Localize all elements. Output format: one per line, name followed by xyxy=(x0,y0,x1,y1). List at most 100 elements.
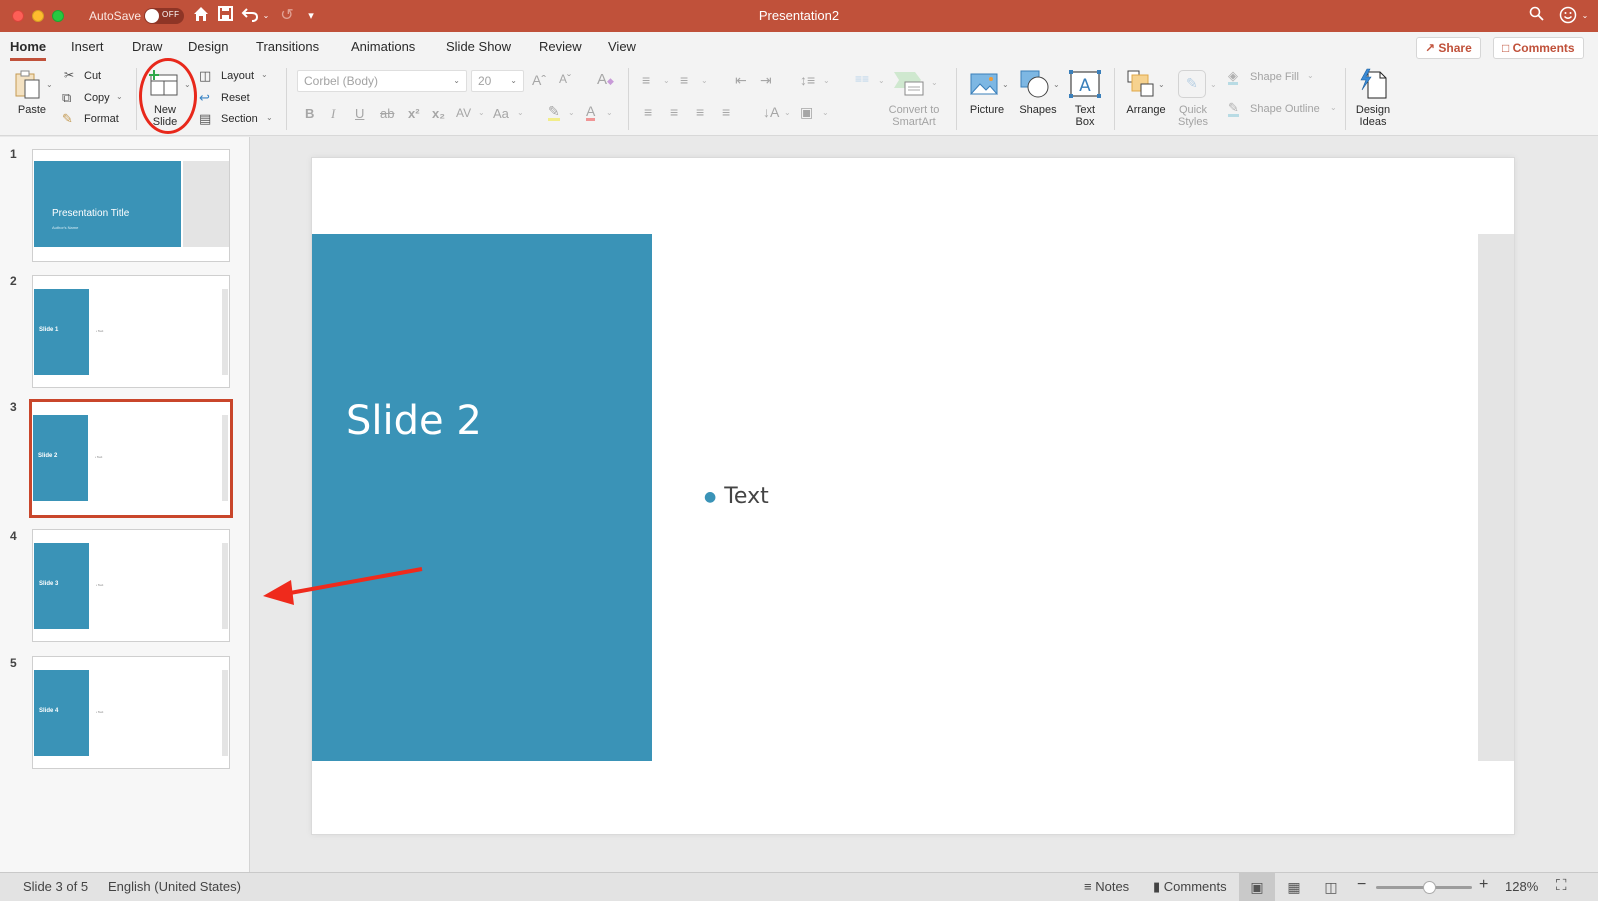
minimize-window-button[interactable] xyxy=(32,10,44,22)
paste-dropdown-icon[interactable]: ⌄ xyxy=(46,80,53,89)
picture-dropdown-icon[interactable]: ⌄ xyxy=(1002,80,1009,89)
tab-review[interactable]: Review xyxy=(539,39,582,54)
slide-show-view-button[interactable]: ◫ xyxy=(1313,873,1349,901)
undo-dropdown-icon[interactable]: ⌄ xyxy=(261,6,271,26)
language-status[interactable]: English (United States) xyxy=(108,879,241,894)
chevron-down-icon[interactable]: ⌄ xyxy=(823,76,830,85)
subscript-button[interactable]: x₂ xyxy=(432,106,445,121)
normal-view-button[interactable]: ▣ xyxy=(1239,873,1275,901)
align-left-icon[interactable]: ≡ xyxy=(644,104,652,120)
slide-thumbnail-5[interactable]: Slide 4 • Text xyxy=(32,656,230,769)
change-case-button[interactable]: Aa xyxy=(493,106,509,121)
arrange-icon[interactable] xyxy=(1127,70,1155,98)
picture-icon[interactable] xyxy=(969,72,999,96)
autosave-toggle[interactable]: OFF xyxy=(144,8,184,24)
shrink-font-button[interactable]: Aˇ xyxy=(559,72,571,86)
tab-insert[interactable]: Insert xyxy=(71,39,104,54)
tab-design[interactable]: Design xyxy=(188,39,228,54)
bullets-icon[interactable]: ≡ xyxy=(642,72,650,88)
chevron-down-icon[interactable]: ⌄ xyxy=(517,108,524,117)
chevron-down-icon[interactable]: ⌄ xyxy=(931,78,938,87)
slide-title-text[interactable]: Slide 2 xyxy=(346,398,482,444)
text-direction-icon[interactable]: ↓A xyxy=(763,104,779,120)
section-button[interactable]: Section xyxy=(221,113,258,125)
tab-draw[interactable]: Draw xyxy=(132,39,162,54)
chevron-down-icon[interactable]: ⌄ xyxy=(878,76,885,85)
slide-thumbnail-2[interactable]: Slide 1 • Text xyxy=(32,275,230,388)
paste-button[interactable] xyxy=(14,68,44,100)
home-icon[interactable] xyxy=(192,6,210,26)
tab-animations[interactable]: Animations xyxy=(351,39,415,54)
slide-thumbnail-1[interactable]: Presentation Title Author's Name xyxy=(32,149,230,262)
justify-icon[interactable]: ≡ xyxy=(722,104,730,120)
cut-button[interactable]: Cut xyxy=(84,70,101,82)
comments-button[interactable]: □ Comments xyxy=(1493,37,1584,59)
align-center-icon[interactable]: ≡ xyxy=(670,104,678,120)
slide-sorter-view-button[interactable]: ▦ xyxy=(1276,873,1312,901)
close-window-button[interactable] xyxy=(12,10,24,22)
chevron-down-icon[interactable]: ⌄ xyxy=(478,108,485,117)
underline-button[interactable]: U xyxy=(355,106,364,121)
notes-button[interactable]: ≡ Notes xyxy=(1084,879,1129,894)
slide-thumbnail-3[interactable]: Slide 2 • Text xyxy=(29,399,233,518)
arrange-button[interactable]: Arrange xyxy=(1120,104,1172,116)
italic-button[interactable]: I xyxy=(331,106,335,122)
zoom-in-button[interactable]: + xyxy=(1479,876,1488,894)
grow-font-button[interactable]: Aˆ xyxy=(532,72,546,88)
chevron-down-icon[interactable]: ⌄ xyxy=(822,108,829,117)
chevron-down-icon[interactable]: ⌄ xyxy=(701,76,708,85)
customize-toolbar-icon[interactable]: ▾ xyxy=(305,6,317,26)
tab-slide-show[interactable]: Slide Show xyxy=(446,39,511,54)
chevron-down-icon[interactable]: ⌄ xyxy=(663,76,670,85)
comments-pane-button[interactable]: ▮ Comments xyxy=(1153,879,1227,895)
content-placeholder[interactable]: ● Text xyxy=(704,484,769,509)
superscript-button[interactable]: x² xyxy=(408,106,420,121)
bold-button[interactable]: B xyxy=(305,106,314,121)
increase-indent-icon[interactable]: ⇥ xyxy=(760,72,772,89)
font-size-select[interactable]: 20 ⌄ xyxy=(471,70,524,92)
design-ideas-button[interactable]: Design Ideas xyxy=(1350,104,1396,128)
slide-editor[interactable]: Slide 2 ● Text xyxy=(251,137,1598,872)
copy-button[interactable]: Copy xyxy=(84,92,110,104)
align-text-icon[interactable]: ▣ xyxy=(800,104,813,121)
layout-button[interactable]: Layout xyxy=(221,70,254,82)
line-spacing-icon[interactable]: ↕≡ xyxy=(800,72,815,88)
layout-dropdown-icon[interactable]: ⌄ xyxy=(261,70,268,79)
arrange-dropdown-icon[interactable]: ⌄ xyxy=(1158,80,1165,89)
copy-dropdown-icon[interactable]: ⌄ xyxy=(116,92,123,101)
feedback-dropdown-icon[interactable]: ⌄ xyxy=(1580,6,1590,26)
tab-view[interactable]: View xyxy=(608,39,636,54)
current-slide-canvas[interactable]: Slide 2 ● Text xyxy=(311,157,1515,835)
slide-thumbnails-panel[interactable]: 1 Presentation Title Author's Name 2 Sli… xyxy=(0,137,250,872)
clear-formatting-icon[interactable]: A◆ xyxy=(597,71,614,88)
share-button[interactable]: ↗ Share xyxy=(1416,37,1481,59)
numbering-icon[interactable]: ≡ xyxy=(680,72,688,88)
shapes-button[interactable]: Shapes xyxy=(1014,104,1062,116)
tab-transitions[interactable]: Transitions xyxy=(256,39,319,54)
design-ideas-icon[interactable] xyxy=(1358,68,1388,100)
zoom-slider[interactable] xyxy=(1376,881,1472,894)
align-right-icon[interactable]: ≡ xyxy=(696,104,704,120)
section-dropdown-icon[interactable]: ⌄ xyxy=(266,113,273,122)
shapes-icon[interactable] xyxy=(1020,70,1050,98)
chevron-down-icon[interactable]: ⌄ xyxy=(606,108,613,117)
maximize-window-button[interactable] xyxy=(52,10,64,22)
save-icon[interactable] xyxy=(216,6,234,26)
decrease-indent-icon[interactable]: ⇤ xyxy=(735,72,747,89)
font-name-select[interactable]: Corbel (Body) ⌄ xyxy=(297,70,467,92)
undo-icon[interactable] xyxy=(240,6,260,26)
zoom-slider-handle[interactable] xyxy=(1422,881,1436,894)
reset-button[interactable]: Reset xyxy=(221,92,250,104)
character-spacing-button[interactable]: AV xyxy=(456,106,471,120)
tab-home[interactable]: Home xyxy=(10,39,47,61)
feedback-smiley-icon[interactable] xyxy=(1558,6,1578,26)
text-box-button[interactable]: Text Box xyxy=(1066,104,1104,128)
shapes-dropdown-icon[interactable]: ⌄ xyxy=(1053,80,1060,89)
fit-to-window-icon[interactable]: ⛶ xyxy=(1556,877,1567,894)
strikethrough-button[interactable]: ab xyxy=(380,106,394,121)
search-icon[interactable] xyxy=(1527,6,1545,26)
columns-icon[interactable]: ≡≡ xyxy=(855,72,869,86)
text-box-icon[interactable]: A xyxy=(1069,70,1101,98)
slide-thumbnail-4[interactable]: Slide 3 • Text xyxy=(32,529,230,642)
chevron-down-icon[interactable]: ⌄ xyxy=(568,108,575,117)
